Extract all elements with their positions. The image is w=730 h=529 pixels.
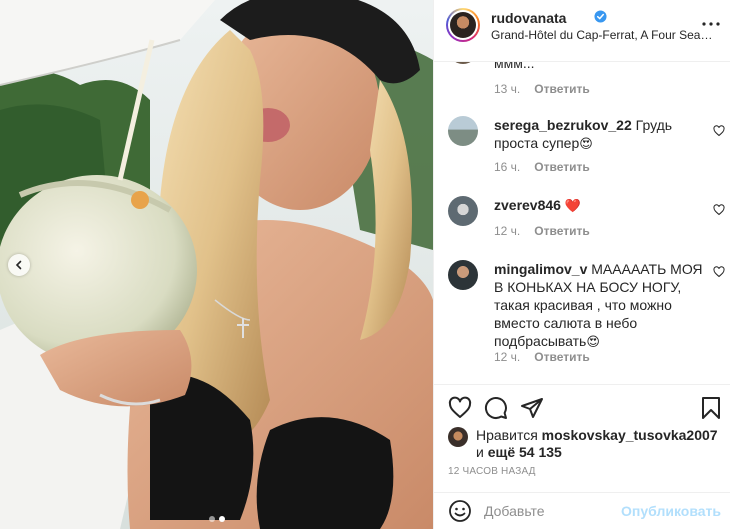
carousel-prev-button[interactable] bbox=[8, 254, 30, 276]
comment-meta: 13 ч. Ответить bbox=[494, 82, 590, 96]
comment-time[interactable]: 13 ч. bbox=[494, 82, 520, 96]
reply-button[interactable]: Ответить bbox=[534, 350, 589, 364]
reply-button[interactable]: Ответить bbox=[534, 160, 589, 174]
comment-bubble-icon[interactable] bbox=[484, 396, 508, 420]
author-avatar[interactable] bbox=[446, 8, 480, 42]
carousel-dot-active bbox=[218, 516, 225, 522]
smiley-icon[interactable] bbox=[448, 499, 472, 523]
carousel-indicator bbox=[0, 516, 433, 522]
add-comment-bar: Опубликовать bbox=[434, 492, 730, 529]
publish-button[interactable]: Опубликовать bbox=[621, 503, 721, 519]
commenter-avatar[interactable] bbox=[448, 116, 478, 146]
comment-text: serega_bezrukov_22 Грудь проста супер😍 bbox=[494, 117, 673, 152]
commenter-avatar[interactable] bbox=[448, 62, 478, 64]
likes-count-link[interactable]: ещё 54 135 bbox=[488, 444, 562, 460]
comment-meta: 12 ч. Ответить bbox=[494, 350, 590, 364]
comment-time[interactable]: 12 ч. bbox=[494, 350, 520, 364]
comment-username[interactable]: mingalimov_v bbox=[494, 261, 587, 277]
reply-button[interactable]: Ответить bbox=[534, 82, 589, 96]
author-username[interactable]: rudovanata bbox=[491, 10, 566, 26]
verified-badge-icon bbox=[594, 10, 607, 23]
photo-scene bbox=[0, 0, 433, 529]
more-dots-icon bbox=[702, 22, 720, 26]
post-photo[interactable] bbox=[0, 0, 433, 529]
commenter-avatar[interactable] bbox=[448, 260, 478, 290]
comment-username[interactable]: zverev846 bbox=[494, 197, 561, 213]
comment-text: mingalimov_v МАААААТЬ МОЯ В КОНЬКАХ НА Б… bbox=[494, 261, 703, 350]
comment-input[interactable] bbox=[484, 501, 624, 521]
likes-text: Нравится moskovskay_tusovka2007 и ещё 54… bbox=[476, 427, 718, 460]
reply-button[interactable]: Ответить bbox=[534, 224, 589, 238]
carousel-dot bbox=[208, 516, 215, 522]
post-header: rudovanata Grand-Hôtel du Cap-Ferrat, A … bbox=[434, 0, 730, 62]
comment-like-icon[interactable] bbox=[713, 266, 725, 278]
post-side-panel: rudovanata Grand-Hôtel du Cap-Ferrat, A … bbox=[433, 0, 730, 529]
comment-meta: 12 ч. Ответить bbox=[494, 224, 590, 238]
liker-username[interactable]: moskovskay_tusovka2007 bbox=[542, 427, 718, 443]
chevron-left-icon bbox=[15, 260, 22, 270]
comment-like-icon[interactable] bbox=[713, 204, 725, 216]
heart-outline-icon[interactable] bbox=[448, 396, 472, 420]
comment-time[interactable]: 16 ч. bbox=[494, 160, 520, 174]
comment-meta: 16 ч. Ответить bbox=[494, 160, 590, 174]
comment-time[interactable]: 12 ч. bbox=[494, 224, 520, 238]
comment-like-icon[interactable] bbox=[713, 125, 725, 137]
comments-list: ммм... 13 ч. Ответить serega_bezrukov_22… bbox=[434, 62, 730, 384]
post-location[interactable]: Grand-Hôtel du Cap-Ferrat, A Four Seaso.… bbox=[491, 28, 713, 42]
bookmark-icon[interactable] bbox=[699, 396, 723, 420]
comment-username[interactable]: serega_bezrukov_22 bbox=[494, 117, 632, 133]
more-options-button[interactable] bbox=[701, 14, 721, 34]
comment-text: ммм... bbox=[494, 62, 535, 71]
paper-plane-icon[interactable] bbox=[520, 396, 544, 420]
comment-text: zverev846 ❤️ bbox=[494, 197, 582, 214]
post-timestamp[interactable]: 12 часов назад bbox=[448, 466, 536, 477]
liker-avatar[interactable] bbox=[448, 427, 468, 447]
commenter-avatar[interactable] bbox=[448, 196, 478, 226]
